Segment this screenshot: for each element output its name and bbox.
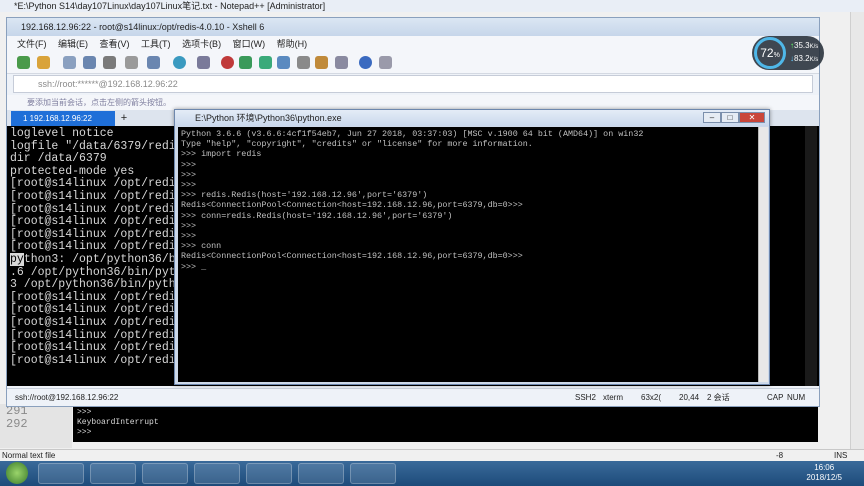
globe-icon[interactable] xyxy=(173,56,186,69)
add-tab-icon[interactable]: + xyxy=(117,111,131,126)
script-icon[interactable] xyxy=(315,56,328,69)
taskbar-app-6[interactable] xyxy=(298,463,344,484)
terminal-scrollbar[interactable] xyxy=(805,126,817,386)
xshell-title-bar: 192.168.12.96:22 - root@s14linux:/opt/re… xyxy=(7,18,819,36)
notepad-status-bar: Normal text file -8 INS xyxy=(0,449,864,461)
python-console-output[interactable]: Python 3.6.6 (v3.6.6:4cf1f54eb7, Jun 27 … xyxy=(178,127,758,382)
menu-tools[interactable]: 工具(T) xyxy=(141,39,171,49)
new-session-icon[interactable] xyxy=(17,56,30,69)
notepad-console-panel[interactable]: >>> KeyboardInterrupt >>> xyxy=(73,406,818,442)
terminal-icon[interactable] xyxy=(239,56,252,69)
console-line: Redis<ConnectionPool<Connection<host=192… xyxy=(181,200,523,211)
cpu-percent-unit: % xyxy=(773,52,780,59)
console-line: >>> xyxy=(77,408,92,417)
taskbar-app-2[interactable] xyxy=(90,463,136,484)
properties-icon[interactable] xyxy=(83,56,96,69)
taskbar-app-4[interactable] xyxy=(194,463,240,484)
console-line: >>> conn xyxy=(181,241,222,252)
python-title: E:\Python 环境\Python36\python.exe xyxy=(195,113,342,123)
console-line: >>> xyxy=(181,180,197,191)
console-line: Redis<ConnectionPool<Connection<host=192… xyxy=(181,251,523,262)
menu-help[interactable]: 帮助(H) xyxy=(277,39,308,49)
start-button[interactable] xyxy=(6,462,28,484)
menu-edit[interactable]: 编辑(E) xyxy=(58,39,88,49)
session-address-bar[interactable]: ssh://root:******@192.168.12.96:22 xyxy=(13,75,813,93)
line-number: 292 xyxy=(6,417,28,431)
session-tab-label: 1 192.168.12.96:22 xyxy=(23,114,92,123)
xshell-toolbar xyxy=(7,52,819,74)
status-session: ssh://root@192.168.12.96:22 xyxy=(15,393,119,402)
console-line: >>> conn=redis.Redis(host='192.168.12.96… xyxy=(181,210,453,221)
menu-window[interactable]: 窗口(W) xyxy=(233,39,266,49)
print-icon[interactable] xyxy=(147,56,160,69)
notepad-title-bar: *E:\Python S14\day107Linux\day107Linux笔记… xyxy=(0,0,864,12)
console-line: >>> xyxy=(181,159,197,170)
terminal-selection: py xyxy=(10,252,24,266)
maximize-button[interactable]: □ xyxy=(721,112,739,123)
copy-icon[interactable] xyxy=(103,56,116,69)
menu-view[interactable]: 查看(V) xyxy=(100,39,130,49)
console-line: >>> redis.Redis(host='192.168.12.96',por… xyxy=(181,190,428,201)
taskbar-explorer[interactable] xyxy=(38,463,84,484)
menu-file[interactable]: 文件(F) xyxy=(17,39,47,49)
console-line: >>> xyxy=(181,220,197,231)
taskbar-app-3[interactable] xyxy=(142,463,188,484)
menu-tabs[interactable]: 选项卡(B) xyxy=(182,39,221,49)
download-speed: ↓83.2K/s xyxy=(790,54,819,63)
clock-date: 2018/12/5 xyxy=(806,473,842,482)
find-icon[interactable] xyxy=(125,56,138,69)
xshell-menu-bar: 文件(F) 编辑(E) 查看(V) 工具(T) 选项卡(B) 窗口(W) 帮助(… xyxy=(7,36,819,52)
layout-icon[interactable] xyxy=(335,56,348,69)
lock-icon[interactable] xyxy=(277,56,290,69)
fullscreen-icon[interactable] xyxy=(259,56,272,69)
file-type-label: Normal text file xyxy=(2,451,56,460)
status-pos: 20,44 xyxy=(679,393,700,402)
console-line: >>> _ xyxy=(181,261,207,272)
minimize-button[interactable]: – xyxy=(703,112,721,123)
cpu-usage-ring: 72% xyxy=(754,37,786,69)
status-term: xterm xyxy=(603,393,623,402)
upload-speed: ↑35.3K/s xyxy=(790,41,819,50)
close-button[interactable]: ✕ xyxy=(739,112,765,123)
xshell-status-bar: ssh://root@192.168.12.96:22 SSH2 xterm 6… xyxy=(7,388,819,406)
taskbar-clock[interactable]: 16:06 2018/12/5 xyxy=(806,463,842,483)
help-icon[interactable] xyxy=(359,56,372,69)
session-tab[interactable]: 1 192.168.12.96:22 xyxy=(11,111,115,126)
clock-time: 16:06 xyxy=(814,463,835,472)
console-line: >>> xyxy=(181,231,197,242)
notepad-scrollbar[interactable] xyxy=(850,12,864,449)
status-sessions: 2 会话 xyxy=(707,393,730,402)
network-speed-widget: 72% ↑35.3K/s ↓83.2K/s xyxy=(752,36,824,70)
chat-icon[interactable] xyxy=(379,56,392,69)
reconnect-icon[interactable] xyxy=(63,56,76,69)
keyboard-icon[interactable] xyxy=(297,56,310,69)
open-folder-icon[interactable] xyxy=(37,56,50,69)
notice-text: 要添加当前会话，点击左侧的箭头按钮。 xyxy=(27,98,171,107)
cpu-percent: 72 xyxy=(760,46,774,60)
session-notice: 要添加当前会话，点击左侧的箭头按钮。 xyxy=(7,95,819,110)
xshell-title: 192.168.12.96:22 - root@s14linux:/opt/re… xyxy=(21,22,265,32)
console-line: Type "help", "copyright", "credits" or "… xyxy=(181,139,533,150)
session-address: ssh://root:******@192.168.12.96:22 xyxy=(38,79,178,89)
xftp-icon[interactable] xyxy=(221,56,234,69)
console-line: >>> import redis xyxy=(181,149,262,160)
status-size: 63x2( xyxy=(641,393,662,402)
console-line: >>> xyxy=(181,169,197,180)
python-console-window: E:\Python 环境\Python36\python.exe – □ ✕ P… xyxy=(174,109,770,385)
notepad-line-gutter: 291 292 xyxy=(0,404,72,448)
python-title-bar: E:\Python 环境\Python36\python.exe – □ ✕ xyxy=(175,110,769,126)
taskbar-app-7[interactable] xyxy=(350,463,396,484)
font-icon[interactable] xyxy=(197,56,210,69)
taskbar-app-5[interactable] xyxy=(246,463,292,484)
status-protocol: SSH2 xyxy=(575,393,596,402)
console-line: KeyboardInterrupt xyxy=(77,418,159,427)
console-line: Python 3.6.6 (v3.6.6:4cf1f54eb7, Jun 27 … xyxy=(181,129,644,139)
console-line: >>> xyxy=(77,428,92,437)
python-console-scrollbar[interactable] xyxy=(758,127,768,382)
taskbar: 16:06 2018/12/5 xyxy=(0,461,864,486)
status-num: NUM xyxy=(787,393,806,402)
status-cap: CAP xyxy=(767,393,784,402)
